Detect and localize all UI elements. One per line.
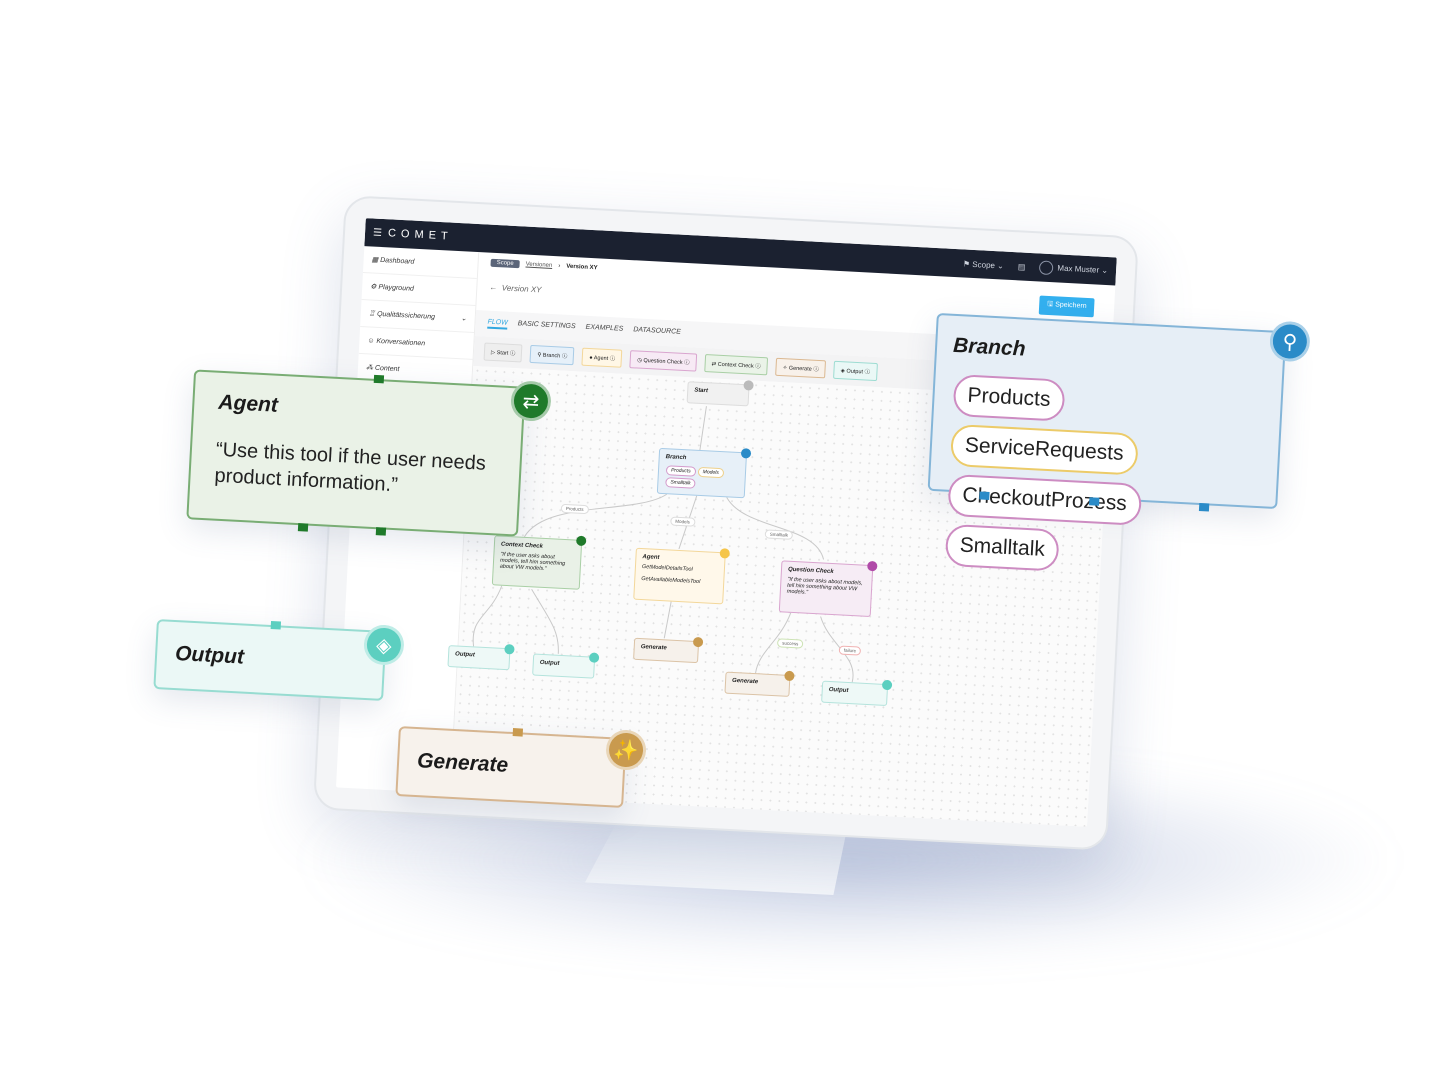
generate-card: Generate ✨ — [395, 726, 648, 808]
agent-card-text: “Use this tool if the user needs product… — [214, 438, 487, 497]
node-output[interactable]: Output — [532, 652, 600, 679]
add-generate-button[interactable]: ✧ Generate ⓘ — [775, 357, 827, 379]
agent-card: Agent “Use this tool if the user needs p… — [186, 369, 552, 537]
add-output-button[interactable]: ◈ Output ⓘ — [833, 360, 878, 382]
tab-examples[interactable]: EXAMPLES — [585, 324, 623, 336]
back-arrow-icon[interactable]: ← — [489, 283, 497, 292]
branch-option: Models — [697, 466, 725, 479]
add-branch-button[interactable]: ⚲ Branch ⓘ — [529, 344, 575, 366]
edge-label: Models — [670, 516, 696, 527]
node-branch[interactable]: Branch Products Models Smalltalk — [656, 447, 752, 499]
add-start-button[interactable]: ▷ Start ⓘ — [483, 342, 523, 363]
node-generate[interactable]: Generate — [724, 670, 795, 697]
output-card: Output ◈ — [153, 619, 405, 701]
node-output[interactable]: Output — [821, 679, 893, 707]
node-output[interactable]: Output — [447, 643, 515, 671]
branch-option-pill: ServiceRequests — [949, 423, 1139, 476]
branch-option-pill: Products — [952, 373, 1066, 422]
breadcrumb-scope[interactable]: Scope — [490, 258, 520, 269]
edge-label: success — [776, 638, 804, 649]
page-title: ← Version XY — [489, 282, 542, 295]
save-button[interactable]: 🖫 Speichern — [1038, 295, 1096, 318]
node-context-check[interactable]: Context Check "If the user asks about mod… — [491, 535, 587, 590]
node-agent[interactable]: Agent GetModelDetailsTool GetAvailableMode… — [633, 547, 731, 605]
add-agent-button[interactable]: ● Agent ⓘ — [581, 347, 623, 368]
branch-option: Smalltalk — [665, 477, 696, 489]
user-menu[interactable]: Max Muster ⌄ — [1039, 260, 1108, 278]
tab-flow[interactable]: FLOW — [487, 318, 508, 330]
breadcrumb-versions[interactable]: Versionen — [525, 262, 552, 269]
branch-option-pill: CheckoutProzess — [947, 473, 1142, 526]
hierarchy-icon: ⚲ — [1268, 320, 1311, 363]
avatar — [1039, 260, 1054, 276]
branch-card: Branch Products ServiceRequests Checkout… — [927, 312, 1311, 572]
breadcrumb-current: Version XY — [566, 263, 598, 272]
node-start[interactable]: Start — [686, 380, 754, 407]
breadcrumb: Scope Versionen › Version XY — [490, 258, 598, 273]
layout-icon[interactable]: ▤ — [1018, 262, 1026, 271]
edge-branch-products — [523, 493, 668, 538]
hamburger-icon[interactable]: ☰ — [373, 227, 383, 238]
node-question-check[interactable]: Question Check "If the user asks about mo… — [778, 560, 878, 618]
edge-label: failure — [838, 645, 862, 656]
edge-label: Smalltalk — [764, 529, 794, 540]
edge-branch-smalltalk — [726, 497, 825, 560]
edge-agent-generate — [663, 601, 672, 639]
add-question-check-button[interactable]: ◷ Question Check ⓘ — [629, 350, 698, 372]
logo: COMET — [387, 227, 453, 243]
tab-basic-settings[interactable]: BASIC SETTINGS — [517, 320, 576, 333]
branch-option: Products — [665, 465, 696, 477]
add-context-check-button[interactable]: ⇄ Context Check ⓘ — [704, 354, 769, 376]
tab-datasource[interactable]: DATASOURCE — [633, 326, 681, 338]
edge-label: Products — [560, 503, 589, 515]
scope-dropdown[interactable]: ⚑ Scope ⌄ — [963, 259, 1004, 270]
edge-context-output1 — [472, 585, 503, 647]
node-generate[interactable]: Generate — [633, 636, 704, 664]
branch-option-pill: Smalltalk — [944, 523, 1060, 572]
edge-context-output2 — [531, 589, 559, 654]
